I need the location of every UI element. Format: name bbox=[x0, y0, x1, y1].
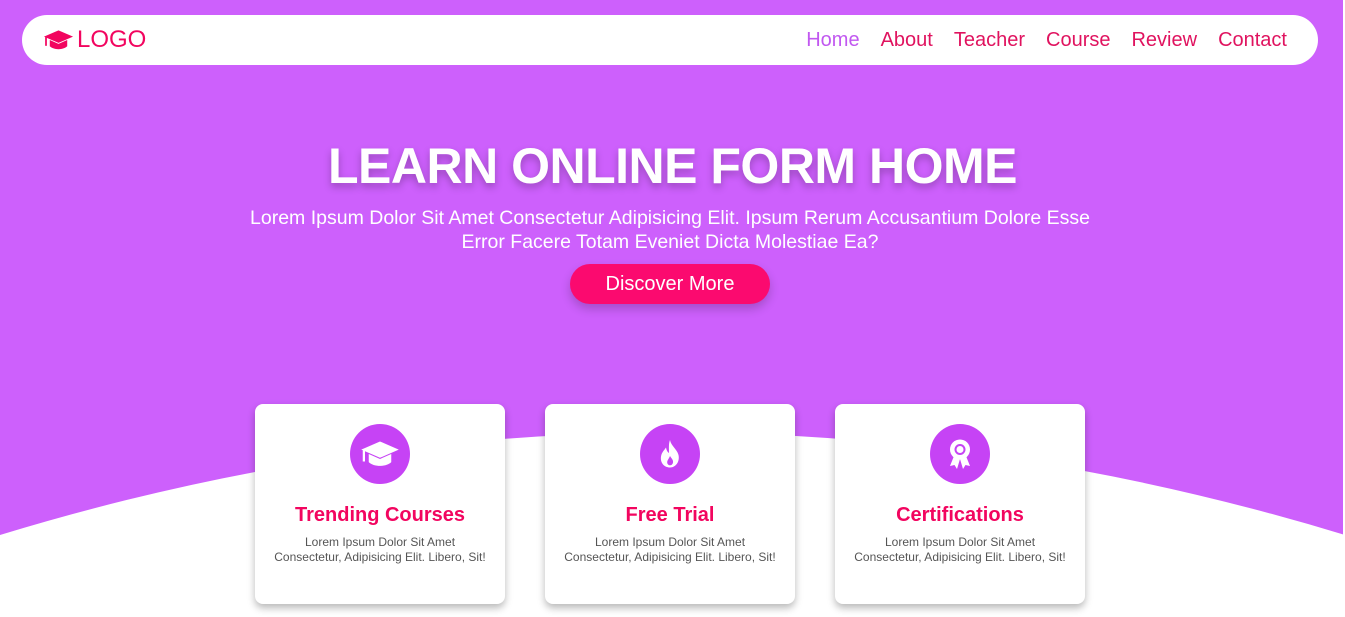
graduation-cap-icon bbox=[350, 424, 410, 484]
feature-card-certifications: Certifications Lorem Ipsum Dolor Sit Ame… bbox=[835, 404, 1085, 604]
nav-link-home[interactable]: Home bbox=[806, 29, 859, 52]
nav-links: Home About Teacher Course Review Contact bbox=[806, 29, 1287, 52]
feature-description: Lorem Ipsum Dolor Sit Amet Consectetur, … bbox=[564, 535, 776, 564]
nav-link-review[interactable]: Review bbox=[1131, 29, 1197, 52]
nav-link-course[interactable]: Course bbox=[1046, 29, 1110, 52]
fire-icon bbox=[640, 424, 700, 484]
feature-title: Trending Courses bbox=[294, 504, 466, 526]
award-icon bbox=[930, 424, 990, 484]
hero-title: LEARN ONLINE FORM HOME bbox=[328, 138, 1017, 194]
nav-link-about[interactable]: About bbox=[881, 29, 933, 52]
feature-description: Lorem Ipsum Dolor Sit Amet Consectetur, … bbox=[274, 535, 486, 564]
nav-link-contact[interactable]: Contact bbox=[1218, 29, 1287, 52]
logo-link[interactable]: LOGO bbox=[43, 26, 146, 54]
feature-card-trending-courses: Trending Courses Lorem Ipsum Dolor Sit A… bbox=[255, 404, 505, 604]
feature-description: Lorem Ipsum Dolor Sit Amet Consectetur, … bbox=[854, 535, 1066, 564]
graduation-cap-icon bbox=[43, 29, 74, 51]
feature-card-free-trial: Free Trial Lorem Ipsum Dolor Sit Amet Co… bbox=[545, 404, 795, 604]
logo-text: LOGO bbox=[77, 26, 147, 53]
nav-link-teacher[interactable]: Teacher bbox=[954, 29, 1025, 52]
discover-more-button[interactable]: Discover More bbox=[570, 264, 770, 304]
feature-title: Free Trial bbox=[625, 504, 715, 526]
feature-title: Certifications bbox=[896, 504, 1024, 526]
navbar: LOGO Home About Teacher Course Review Co… bbox=[22, 15, 1318, 65]
hero-description: Lorem Ipsum Dolor Sit Amet Consectetur A… bbox=[250, 207, 1090, 253]
